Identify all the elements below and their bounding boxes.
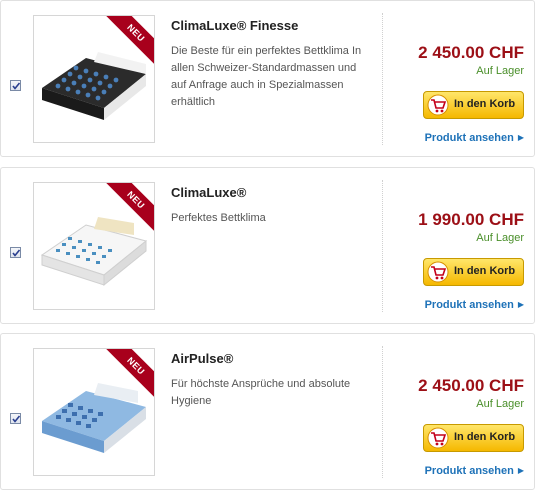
cart-icon — [427, 427, 449, 449]
product-description: Die Beste für ein perfektes Bettklima In… — [171, 45, 362, 108]
divider — [382, 180, 384, 312]
cart-icon — [427, 94, 449, 116]
cart-icon — [427, 261, 449, 283]
chevron-right-icon: ▶ — [517, 466, 524, 475]
product-title[interactable]: ClimaLuxe® — [171, 185, 246, 200]
product-description: Für höchste Ansprüche und absolute Hygie… — [171, 378, 351, 407]
add-to-cart-button[interactable]: In den Korb — [423, 258, 524, 286]
view-product-link[interactable]: Produkt ansehen ▶ — [425, 299, 524, 311]
view-product-label: Produkt ansehen — [424, 465, 514, 477]
view-product-label: Produkt ansehen — [424, 299, 514, 311]
view-product-link[interactable]: Produkt ansehen ▶ — [425, 132, 524, 144]
product-image[interactable]: NEU — [33, 15, 155, 143]
stock-status: Auf Lager — [476, 232, 524, 244]
add-to-cart-button[interactable]: In den Korb — [423, 424, 524, 452]
product-price: 2 450.00 CHF — [418, 376, 524, 395]
product-title[interactable]: AirPulse® — [171, 351, 233, 366]
product-price: 1 990.00 CHF — [418, 210, 524, 229]
chevron-right-icon: ▶ — [517, 133, 524, 142]
stock-status: Auf Lager — [476, 65, 524, 77]
product-card: NEU AirPulse® Für höchste Ansprüche und … — [0, 333, 535, 490]
product-description: Perfektes Bettklima — [171, 212, 266, 224]
add-to-cart-label: In den Korb — [454, 98, 516, 110]
divider — [382, 13, 384, 145]
add-to-cart-label: In den Korb — [454, 431, 516, 443]
divider — [382, 346, 384, 478]
product-image[interactable]: NEU — [33, 182, 155, 310]
product-price: 2 450.00 CHF — [418, 43, 524, 62]
stock-status: Auf Lager — [476, 398, 524, 410]
view-product-link[interactable]: Produkt ansehen ▶ — [425, 465, 524, 477]
chevron-right-icon: ▶ — [517, 300, 524, 309]
product-checkbox[interactable] — [10, 80, 21, 91]
product-card: NEU ClimaLuxe® Perfektes Bettklima 1 990… — [0, 167, 535, 324]
add-to-cart-label: In den Korb — [454, 265, 516, 277]
view-product-label: Produkt ansehen — [424, 132, 514, 144]
product-title[interactable]: ClimaLuxe® Finesse — [171, 18, 298, 33]
product-image[interactable]: NEU — [33, 348, 155, 476]
add-to-cart-button[interactable]: In den Korb — [423, 91, 524, 119]
product-checkbox[interactable] — [10, 413, 21, 424]
product-card: NEU ClimaLuxe® Finesse Die Beste für ein… — [0, 0, 535, 157]
product-checkbox[interactable] — [10, 247, 21, 258]
